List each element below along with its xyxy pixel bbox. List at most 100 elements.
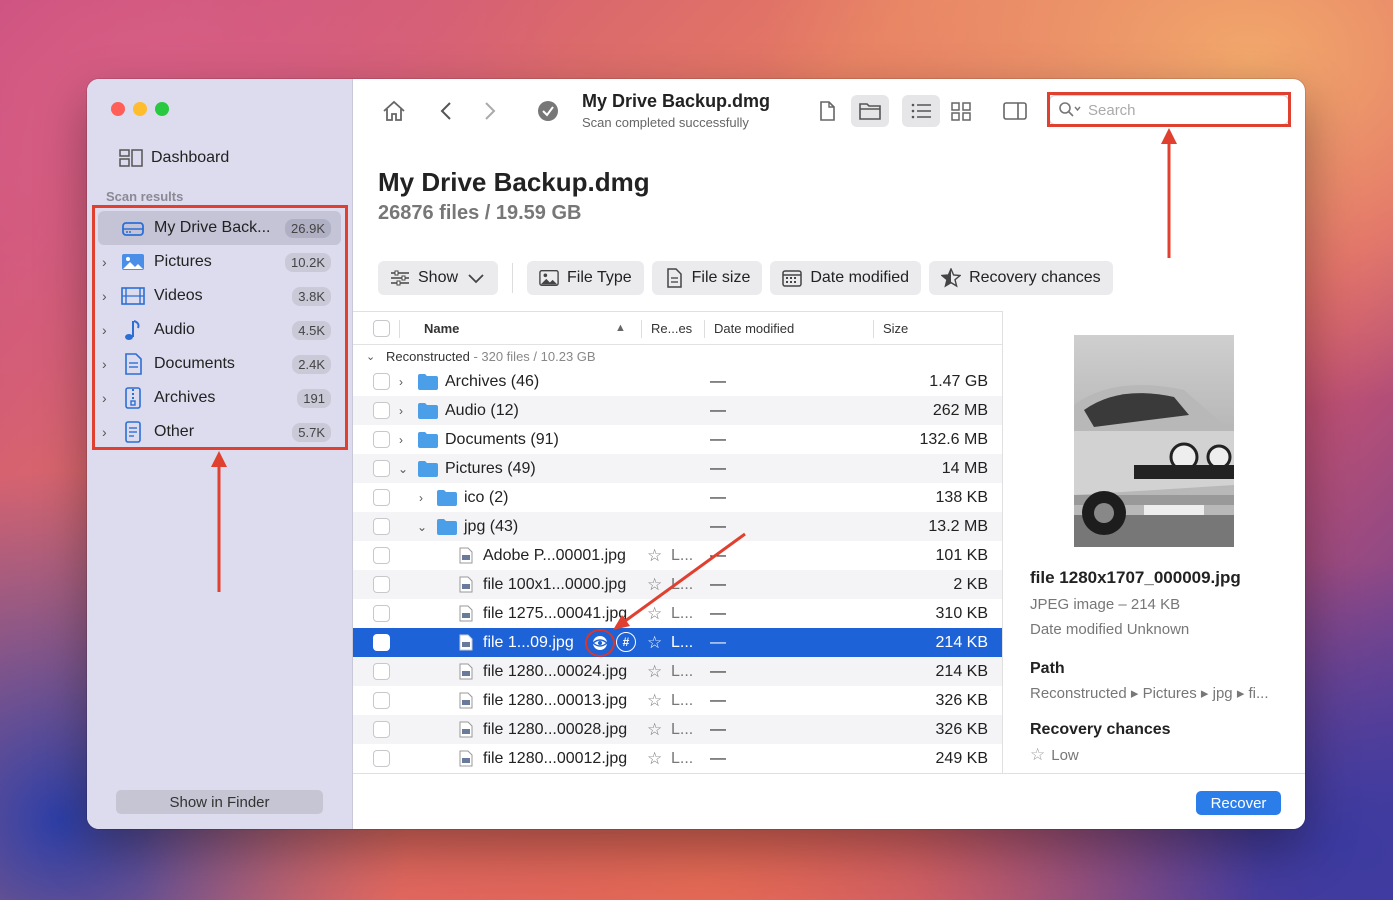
table-row[interactable]: ⌄ jpg (43) — 13.2 MB [353,512,1002,541]
star-icon: ☆ [1030,745,1046,764]
row-checkbox[interactable] [373,373,390,390]
row-recovery: L... [671,662,694,680]
table-row[interactable]: › Audio (12) — 262 MB [353,396,1002,425]
row-checkbox[interactable] [373,692,390,709]
dashboard-icon [119,149,143,167]
home-button[interactable] [379,95,409,127]
date-modified-filter-button[interactable]: Date modified [770,261,922,295]
preview-eye-button[interactable] [585,629,615,657]
preview-panel-toggle[interactable] [1001,95,1029,127]
row-checkbox[interactable] [373,489,390,506]
table-row[interactable]: ⌄ Pictures (49) — 14 MB [353,454,1002,483]
row-checkbox[interactable] [373,547,390,564]
column-date-modified[interactable]: Date modified [714,321,794,336]
row-checkbox[interactable] [373,431,390,448]
date-modified-label: Date modified [810,269,910,286]
hash-icon[interactable]: # [616,632,636,652]
recover-button[interactable]: Recover [1196,791,1281,815]
chevron-down-icon[interactable]: ⌄ [417,520,427,534]
chevron-right-icon[interactable]: › [399,404,403,418]
list-view-button[interactable] [902,95,940,127]
zoom-window-button[interactable] [155,102,169,116]
table-row[interactable]: file 1275...00041.jpg ☆ L... — 310 KB [353,599,1002,628]
show-filter-button[interactable]: Show [378,261,499,295]
recovery-chances-filter-button[interactable]: Recovery chances [929,261,1113,295]
star-icon: ☆ [647,632,663,652]
column-recovery[interactable]: Re...es [651,321,692,336]
checkmark-circle-icon [538,101,558,121]
star-icon: ☆ [647,574,663,594]
star-icon: ☆ [647,748,663,768]
row-checkbox[interactable] [373,663,390,680]
jpg-file-icon [459,692,473,709]
toolbar-title: My Drive Backup.dmg [582,91,771,111]
sliders-icon [391,270,409,286]
folder-view-button[interactable] [851,95,889,127]
table-row[interactable]: file 1280...00024.jpg ☆ L... — 214 KB [353,657,1002,686]
row-date: — [710,749,726,767]
dashboard-link[interactable]: Dashboard [119,148,229,168]
row-date: — [710,401,726,419]
sidebar-right-icon [1003,102,1027,120]
photo-thumbnail [1074,335,1234,547]
preview-path-value: Reconstructed ▸ Pictures ▸ jpg ▸ fi... [1030,685,1269,702]
sort-ascending-icon[interactable]: ▲ [615,322,626,334]
file-type-filter-button[interactable]: File Type [527,261,644,295]
select-all-checkbox[interactable] [373,320,390,337]
table-row[interactable]: Adobe P...00001.jpg ☆ L... — 101 KB [353,541,1002,570]
table-row[interactable]: › Archives (46) — 1.47 GB [353,367,1002,396]
row-name: file 1275...00041.jpg [483,604,628,622]
folder-icon [418,373,438,390]
row-date: — [710,372,726,390]
table-row[interactable]: file 1280...00013.jpg ☆ L... — 326 KB [353,686,1002,715]
filter-divider [512,263,514,293]
forward-button[interactable] [477,95,501,127]
group-header[interactable]: ⌄ Reconstructed - 320 files / 10.23 GB [353,345,1002,367]
table-row-selected[interactable]: file 1...09.jpg # ☆ L... — 214 KB [353,628,1002,657]
row-checkbox[interactable] [373,576,390,593]
minimize-window-button[interactable] [133,102,147,116]
scan-status-check [535,95,561,127]
dashboard-label: Dashboard [151,149,230,166]
back-button[interactable] [435,95,459,127]
row-checkbox[interactable] [373,402,390,419]
table-row[interactable]: file 100x1...0000.jpg ☆ L... — 2 KB [353,570,1002,599]
table-row[interactable]: › Documents (91) — 132.6 MB [353,425,1002,454]
file-size-filter-button[interactable]: File size [651,261,763,295]
row-date: — [710,720,726,738]
preview-recovery-label: Recovery chances [1030,721,1171,738]
row-size: 2 KB [953,575,988,593]
column-size[interactable]: Size [883,321,908,336]
chevron-right-icon[interactable]: › [399,375,403,389]
row-checkbox[interactable] [373,460,390,477]
row-recovery: L... [671,546,694,564]
row-checkbox[interactable] [373,634,390,651]
chevron-down-icon[interactable]: ⌄ [366,350,375,363]
row-size: 101 KB [935,546,988,564]
row-checkbox[interactable] [373,518,390,535]
column-name[interactable]: Name [424,321,459,336]
show-in-finder-button[interactable]: Show in Finder [116,790,323,814]
annotation-sidebar-highlight [92,205,348,450]
row-checkbox[interactable] [373,605,390,622]
table-row[interactable]: file 1280...00012.jpg ☆ L... — 249 KB [353,744,1002,773]
chevron-down-icon[interactable]: ⌄ [398,462,408,476]
row-checkbox[interactable] [373,721,390,738]
row-name: file 1280...00028.jpg [483,720,628,738]
chevron-right-icon[interactable]: › [419,491,423,505]
row-recovery: L... [671,749,694,767]
row-name: Audio (12) [445,401,519,419]
table-row[interactable]: file 1280...00028.jpg ☆ L... — 326 KB [353,715,1002,744]
row-checkbox[interactable] [373,750,390,767]
table-row[interactable]: › ico (2) — 138 KB [353,483,1002,512]
file-view-button[interactable] [815,95,839,127]
row-date: — [710,604,726,622]
row-recovery: L... [671,604,694,622]
jpg-file-icon [459,750,473,767]
row-name: file 1...09.jpg [483,633,574,651]
star-icon: ☆ [647,690,663,710]
chevron-right-icon[interactable]: › [399,433,403,447]
folder-icon [418,431,438,448]
grid-view-button[interactable] [949,95,973,127]
close-window-button[interactable] [111,102,125,116]
